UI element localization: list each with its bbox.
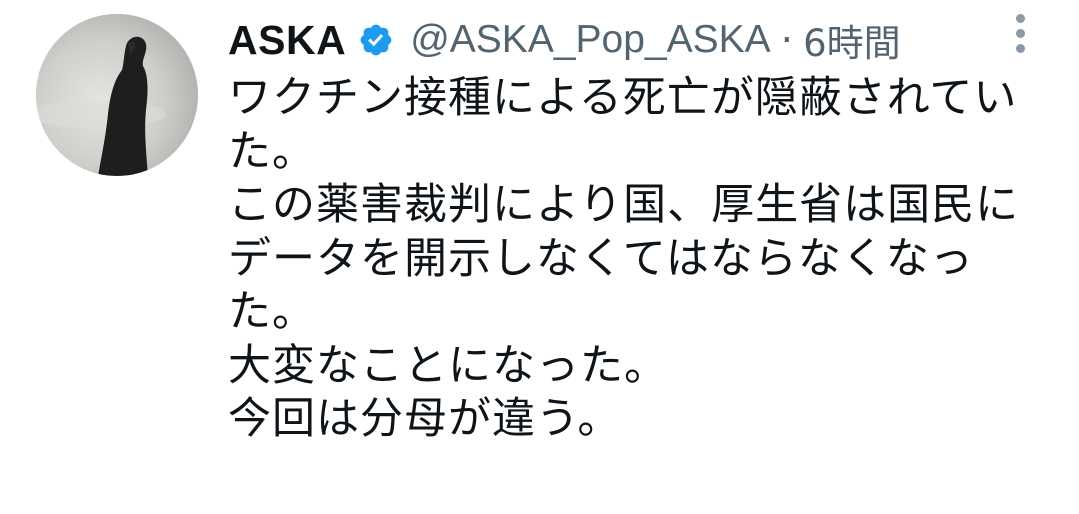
timestamp[interactable]: 6時間 bbox=[803, 13, 901, 67]
tweet-line: 大変なことになった。 bbox=[228, 340, 668, 391]
tweet-line: た。 bbox=[228, 126, 316, 177]
tweet-header: ASKA @ASKA_Pop_ASKA · 6時間 bbox=[228, 10, 901, 70]
tweet-line: ワクチン接種による死亡が隠蔽されてい bbox=[228, 73, 1018, 123]
display-name[interactable]: ASKA bbox=[228, 17, 346, 64]
tweet-line: データを開示しなくてはならなくなっ bbox=[228, 233, 974, 284]
verified-badge-icon bbox=[358, 22, 394, 58]
tweet: ASKA @ASKA_Pop_ASKA · 6時間 ワクチン接種による死亡が隠蔽… bbox=[0, 0, 1079, 514]
tweet-text: ワクチン接種による死亡が隠蔽されてい た。 この薬害裁判により国、厚生省は国民に… bbox=[228, 72, 1048, 447]
author-handle[interactable]: @ASKA_Pop_ASKA bbox=[410, 18, 770, 62]
more-vertical-icon[interactable] bbox=[1006, 12, 1034, 56]
tweet-line: 今回は分母が違う。 bbox=[228, 394, 622, 444]
tweet-line: この薬害裁判により国、厚生省は国民に bbox=[228, 180, 1020, 230]
silhouette-avatar-icon bbox=[36, 14, 198, 176]
tweet-line: た。 bbox=[228, 287, 316, 337]
separator-dot: · bbox=[780, 17, 794, 63]
avatar[interactable] bbox=[36, 14, 198, 176]
